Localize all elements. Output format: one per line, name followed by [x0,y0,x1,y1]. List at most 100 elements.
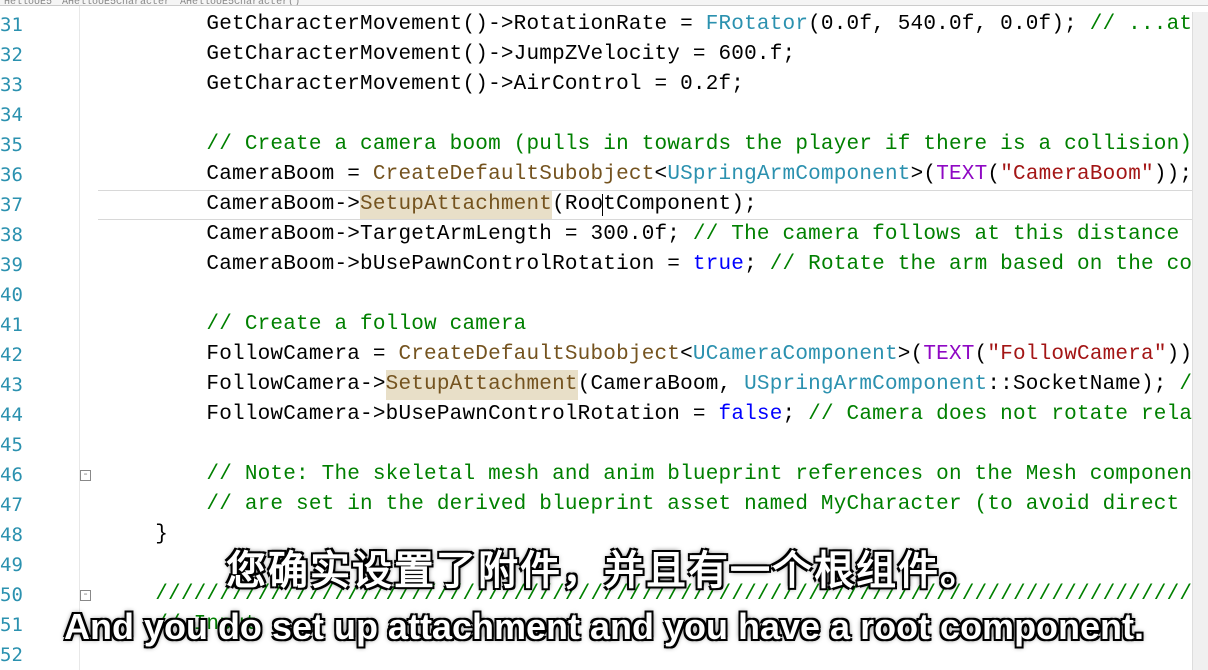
token-indent [104,130,206,160]
token-indent [104,10,206,40]
line-number: 31 [0,10,79,40]
token-indent [104,310,206,340]
fold-toggle[interactable] [80,160,98,190]
token-fn: SetupAttachment [360,190,552,220]
token-cmt: // Input [155,610,257,640]
fold-toggle[interactable] [80,250,98,280]
token-id: (0.0f, 540.0f, 0.0f); [808,10,1090,40]
token-cmt: // Rotate the arm based on the con [770,250,1205,280]
fold-toggle[interactable] [80,370,98,400]
token-id: < [680,340,693,370]
token-cmt: // Note: The skeletal mesh and anim blue… [206,460,1205,490]
token-indent [104,580,155,610]
line-number: 43 [0,370,79,400]
token-id: (Roo [552,190,603,220]
fold-toggle[interactable] [80,220,98,250]
fold-toggle[interactable]: - [80,580,98,610]
code-line[interactable] [98,640,1208,670]
line-number: 41 [0,310,79,340]
line-number: 50 [0,580,79,610]
token-id: } [155,520,168,550]
token-indent [104,340,206,370]
token-indent [104,220,206,250]
fold-toggle[interactable] [80,520,98,550]
fold-toggle[interactable] [80,130,98,160]
token-id: ; [744,250,770,280]
code-line[interactable] [98,430,1208,460]
code-line[interactable]: // Note: The skeletal mesh and anim blue… [98,460,1208,490]
fold-toggle[interactable] [80,340,98,370]
token-type: UCameraComponent [693,340,898,370]
token-type: USpringArmComponent [744,370,987,400]
line-number: 49 [0,550,79,580]
token-cmt: // ...at [1090,10,1205,40]
code-line[interactable]: CameraBoom->bUsePawnControlRotation = tr… [98,250,1208,280]
line-number: 44 [0,400,79,430]
code-line[interactable] [98,100,1208,130]
token-str: "CameraBoom" [1000,160,1154,190]
token-cmt: // Camera does not rotate relat [808,400,1205,430]
code-line[interactable]: GetCharacterMovement()->RotationRate = F… [98,10,1208,40]
code-line[interactable]: GetCharacterMovement()->JumpZVelocity = … [98,40,1208,70]
line-number: 42 [0,340,79,370]
code-line[interactable]: // are set in the derived blueprint asse… [98,490,1208,520]
fold-gutter: -- [80,6,98,670]
line-number: 48 [0,520,79,550]
fold-toggle[interactable] [80,550,98,580]
token-cmt: // Create a follow camera [206,310,526,340]
fold-toggle[interactable]: - [80,460,98,490]
code-area[interactable]: GetCharacterMovement()->RotationRate = F… [98,6,1208,670]
fold-toggle[interactable] [80,280,98,310]
token-indent [104,490,206,520]
token-id: >( [911,160,937,190]
code-line[interactable]: // Create a camera boom (pulls in toward… [98,130,1208,160]
token-id: tComponent); [603,190,757,220]
token-id: GetCharacterMovement()->AirControl = 0.2… [206,70,744,100]
code-line[interactable]: GetCharacterMovement()->AirControl = 0.2… [98,70,1208,100]
token-id: CameraBoom-> [206,190,360,220]
token-fn: SetupAttachment [386,370,578,400]
fold-toggle[interactable] [80,70,98,100]
code-line[interactable]: CameraBoom->TargetArmLength = 300.0f; //… [98,220,1208,250]
code-line[interactable] [98,550,1208,580]
code-line[interactable]: CameraBoom = CreateDefaultSubobject<USpr… [98,160,1208,190]
fold-toggle[interactable] [80,190,98,220]
fold-toggle[interactable] [80,10,98,40]
code-line[interactable]: ////////////////////////////////////////… [98,580,1208,610]
fold-toggle[interactable] [80,640,98,670]
token-cmt: // Create a camera boom (pulls in toward… [206,130,1192,160]
window-root: HelloUE5 AHelloUE5Character AHelloUE5Cha… [0,0,1208,670]
token-id: ( [987,160,1000,190]
fold-toggle[interactable] [80,100,98,130]
token-indent [104,610,155,640]
vertical-scrollbar[interactable] [1192,12,1208,670]
line-number: 36 [0,160,79,190]
token-id: FollowCamera = [206,340,398,370]
token-indent [104,400,206,430]
code-line[interactable]: } [98,520,1208,550]
code-line[interactable] [98,280,1208,310]
fold-toggle[interactable] [80,40,98,70]
fold-toggle[interactable] [80,310,98,340]
token-fnPurple: TEXT [923,340,974,370]
fold-toggle[interactable] [80,610,98,640]
fold-toggle[interactable] [80,430,98,460]
line-number: 47 [0,490,79,520]
line-number: 33 [0,70,79,100]
token-type: USpringArmComponent [667,160,910,190]
code-line[interactable]: // Input [98,610,1208,640]
fold-toggle[interactable] [80,400,98,430]
code-line[interactable]: // Create a follow camera [98,310,1208,340]
token-id: GetCharacterMovement()->JumpZVelocity = … [206,40,795,70]
token-fn: CreateDefaultSubobject [373,160,655,190]
code-line[interactable]: FollowCamera->bUsePawnControlRotation = … [98,400,1208,430]
code-line[interactable]: FollowCamera = CreateDefaultSubobject<UC… [98,340,1208,370]
code-line[interactable]: FollowCamera->SetupAttachment(CameraBoom… [98,370,1208,400]
fold-toggle[interactable] [80,490,98,520]
token-indent [104,370,206,400]
token-type: FRotator [706,10,808,40]
code-line[interactable]: CameraBoom->SetupAttachment(RootComponen… [98,190,1208,220]
code-editor[interactable]: 3132333435363738394041424344454647484950… [0,6,1208,670]
token-indent [104,520,155,550]
token-cmt: ////////////////////////////////////////… [155,580,1208,610]
